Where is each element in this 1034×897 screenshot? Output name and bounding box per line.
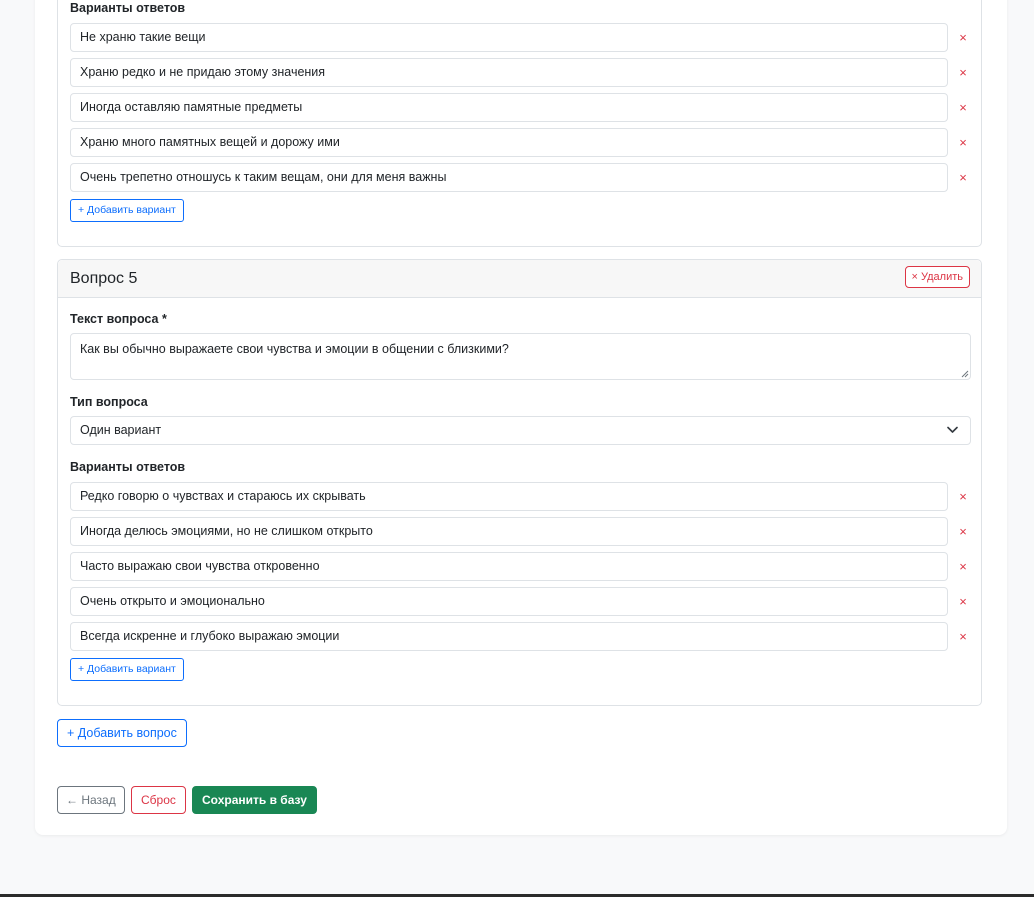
question-title: Вопрос 5: [70, 270, 138, 287]
option-input[interactable]: Очень открыто и эмоционально: [70, 587, 948, 616]
question-header: Вопрос 5 × Удалить: [58, 260, 981, 298]
option-input[interactable]: Редко говорю о чувствах и стараюсь их ск…: [70, 482, 948, 511]
add-option-button[interactable]: + Добавить вариант: [70, 658, 184, 681]
remove-option-icon[interactable]: ×: [958, 101, 968, 115]
option-input[interactable]: Очень трепетно отношусь к таким вещам, о…: [70, 163, 948, 192]
question-text-textarea[interactable]: Как вы обычно выражаете свои чувства и э…: [70, 333, 971, 380]
add-option-button[interactable]: + Добавить вариант: [70, 199, 184, 222]
options-label: Варианты ответов: [70, 1, 186, 15]
save-to-database-button[interactable]: Сохранить в базу: [192, 786, 317, 814]
reset-button[interactable]: Сброс: [131, 786, 186, 814]
add-question-button[interactable]: + Добавить вопрос: [57, 719, 187, 747]
back-button[interactable]: ← Назад: [57, 786, 125, 814]
remove-option-icon[interactable]: ×: [958, 630, 968, 644]
option-input[interactable]: Иногда делюсь эмоциями, но не слишком от…: [70, 517, 948, 546]
remove-option-icon[interactable]: ×: [958, 171, 968, 185]
delete-question-button[interactable]: × Удалить: [904, 266, 970, 288]
remove-option-icon[interactable]: ×: [958, 31, 968, 45]
question-text-label: Текст вопроса *: [70, 312, 167, 326]
remove-option-icon[interactable]: ×: [958, 525, 968, 539]
question-type-label: Тип вопроса: [70, 395, 148, 409]
remove-option-icon[interactable]: ×: [958, 560, 968, 574]
question-type-select[interactable]: Один вариант: [70, 416, 971, 445]
option-input[interactable]: Не храню такие вещи: [70, 23, 948, 52]
remove-option-icon[interactable]: ×: [958, 66, 968, 80]
options-label: Варианты ответов: [70, 460, 186, 474]
remove-option-icon[interactable]: ×: [958, 595, 968, 609]
option-input[interactable]: Храню редко и не придаю этому значения: [70, 58, 948, 87]
option-input[interactable]: Храню много памятных вещей и дорожу ими: [70, 128, 948, 157]
option-input[interactable]: Часто выражаю свои чувства откровенно: [70, 552, 948, 581]
question-text-value: Как вы обычно выражаете свои чувства и э…: [80, 342, 509, 356]
page: Варианты ответов Не храню такие вещи × Х…: [0, 0, 1034, 897]
chevron-down-icon: [947, 426, 958, 433]
option-input[interactable]: Иногда оставляю памятные предметы: [70, 93, 948, 122]
question-type-value: Один вариант: [80, 423, 162, 437]
option-input[interactable]: Всегда искренне и глубоко выражаю эмоции: [70, 622, 948, 651]
remove-option-icon[interactable]: ×: [958, 490, 968, 504]
remove-option-icon[interactable]: ×: [958, 136, 968, 150]
resize-grip-icon[interactable]: [961, 370, 969, 378]
